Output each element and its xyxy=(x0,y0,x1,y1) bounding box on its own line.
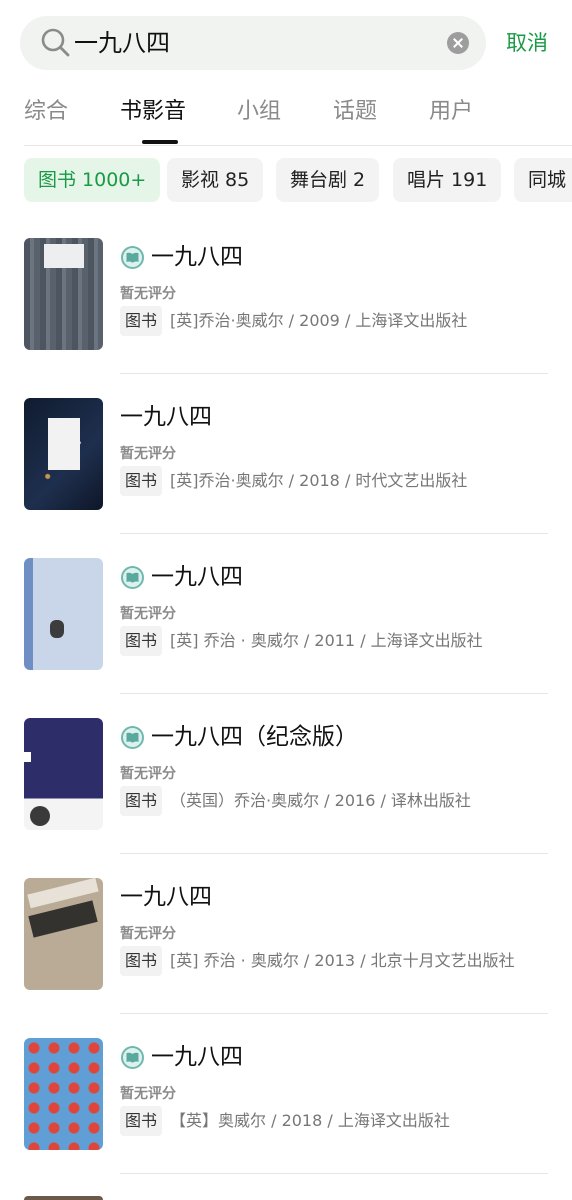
book-meta: [英]乔治·奥威尔 / 2009 / 上海译文出版社 xyxy=(170,311,468,330)
chip-records[interactable]: 唱片 191 xyxy=(393,158,502,202)
book-icon xyxy=(121,246,144,269)
active-tab-indicator xyxy=(142,140,178,144)
rating: 暂无评分 xyxy=(120,1086,176,1102)
result-item[interactable]: 一九八四 暂无评分 图书 [英] 乔治 · 奥威尔 / 2011 / 上海译文出… xyxy=(0,558,572,718)
divider xyxy=(120,693,548,694)
chip-books[interactable]: 图书 1000+ xyxy=(24,158,161,202)
type-tag: 图书 xyxy=(120,946,163,976)
book-meta: [英]乔治·奥威尔 / 2018 / 时代文艺出版社 xyxy=(170,471,468,490)
result-item[interactable]: 一九八四（纪念版） 暂无评分 图书 （英国）乔治·奥威尔 / 2016 / 译林… xyxy=(0,718,572,878)
rating: 暂无评分 xyxy=(120,766,176,782)
book-cover[interactable] xyxy=(24,398,103,510)
book-cover[interactable] xyxy=(24,878,103,990)
book-cover[interactable] xyxy=(24,1038,103,1150)
book-icon xyxy=(121,1046,144,1069)
book-meta: [英] 乔治 · 奥威尔 / 2013 / 北京十月文艺出版社 xyxy=(170,951,515,970)
result-item[interactable]: 一九八四 暂无评分 图书 【英】奥威尔 / 2018 / 上海译文出版社 xyxy=(0,1038,572,1198)
result-title[interactable]: 一九八四 xyxy=(120,400,212,434)
type-tag: 图书 xyxy=(120,306,163,336)
search-icon xyxy=(41,28,70,57)
tab-users[interactable]: 用户 xyxy=(429,97,473,127)
result-item[interactable]: 一九八四 暂无评分 图书 [英] 乔治 · 奥威尔 / 2013 / 北京十月文… xyxy=(0,878,572,1038)
result-title[interactable]: 一九八四 xyxy=(151,240,243,274)
book-cover[interactable] xyxy=(24,718,103,830)
result-title[interactable]: 一九八四 xyxy=(151,1040,243,1074)
chip-film[interactable]: 影视 85 xyxy=(167,158,264,202)
divider xyxy=(120,373,548,374)
book-meta: （英国）乔治·奥威尔 / 2016 / 译林出版社 xyxy=(170,791,471,810)
search-input[interactable]: 一九八四 xyxy=(20,16,486,70)
type-tag: 图书 xyxy=(120,786,163,816)
book-icon xyxy=(121,726,144,749)
book-meta: 【英】奥威尔 / 2018 / 上海译文出版社 xyxy=(170,1111,450,1130)
tab-groups[interactable]: 小组 xyxy=(237,97,281,127)
book-cover[interactable] xyxy=(24,238,103,350)
result-title[interactable]: 一九八四 xyxy=(151,560,243,594)
filter-chips: 图书 1000+ 影视 85 舞台剧 2 唱片 191 同城 xyxy=(24,158,572,202)
clear-icon[interactable] xyxy=(447,32,469,54)
search-query[interactable]: 一九八四 xyxy=(74,28,170,58)
cancel-button[interactable]: 取消 xyxy=(506,29,548,57)
book-cover[interactable] xyxy=(24,1196,103,1200)
tab-books-movies-music[interactable]: 书影音 xyxy=(120,97,186,127)
type-tag: 图书 xyxy=(120,1106,163,1136)
result-item[interactable]: 一九八四 暂无评分 图书 [英]乔治·奥威尔 / 2018 / 时代文艺出版社 xyxy=(0,398,572,558)
result-title[interactable]: 一九八四（纪念版） xyxy=(151,720,358,754)
chip-local[interactable]: 同城 xyxy=(514,158,572,202)
divider xyxy=(120,1173,548,1174)
rating: 暂无评分 xyxy=(120,606,176,622)
tab-topics[interactable]: 话题 xyxy=(333,97,377,127)
book-meta: [英] 乔治 · 奥威尔 / 2011 / 上海译文出版社 xyxy=(170,631,483,650)
result-title[interactable]: 一九八四 xyxy=(120,880,212,914)
book-cover[interactable] xyxy=(24,558,103,670)
result-item[interactable]: 一九八四 暂无评分 图书 [英]乔治·奥威尔 / 2009 / 上海译文出版社 xyxy=(0,238,572,398)
rating: 暂无评分 xyxy=(120,286,176,302)
divider xyxy=(120,1013,548,1014)
book-icon xyxy=(121,566,144,589)
type-tag: 图书 xyxy=(120,626,163,656)
chip-stage[interactable]: 舞台剧 2 xyxy=(276,158,380,202)
rating: 暂无评分 xyxy=(120,926,176,942)
category-tabs: 综合 书影音 小组 话题 用户 xyxy=(24,88,572,146)
search-bar: 一九八四 取消 xyxy=(0,0,572,86)
divider xyxy=(120,853,548,854)
divider xyxy=(120,533,548,534)
rating: 暂无评分 xyxy=(120,446,176,462)
tab-all[interactable]: 综合 xyxy=(24,97,68,127)
type-tag: 图书 xyxy=(120,466,163,496)
